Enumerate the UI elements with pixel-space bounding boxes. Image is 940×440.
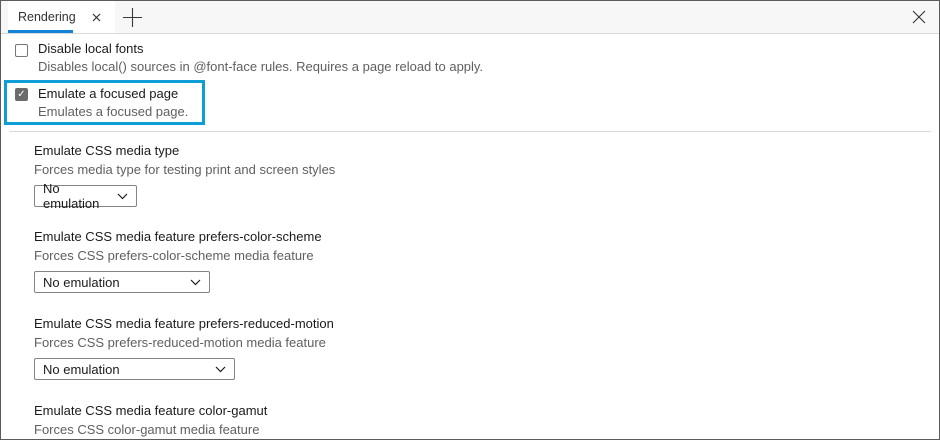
setting-description: Forces CSS prefers-reduced-motion media …	[34, 333, 939, 352]
chevron-down-icon	[215, 366, 226, 373]
chevron-down-icon	[190, 279, 201, 286]
focused-page-highlight-box: ✓ Emulate a focused page Emulates a focu…	[4, 80, 205, 125]
setting-title: Disable local fonts	[38, 40, 483, 58]
setting-title: Emulate a focused page	[38, 85, 188, 103]
prefers-reduced-motion-select[interactable]: No emulation	[34, 358, 235, 380]
tab-close-icon[interactable]	[89, 9, 105, 25]
active-tab-indicator	[8, 30, 73, 33]
setting-disable-local-fonts: Disable local fonts Disables local() sou…	[1, 34, 939, 76]
setting-title: Emulate CSS media feature prefers-reduce…	[34, 314, 939, 333]
chevron-down-icon	[117, 193, 128, 200]
setting-description: Forces CSS prefers-color-scheme media fe…	[34, 246, 939, 265]
setting-color-gamut: Emulate CSS media feature color-gamut Fo…	[34, 401, 939, 439]
select-value: No emulation	[43, 181, 117, 211]
rendering-panel-window: Rendering Disable local fonts Disables l…	[0, 0, 940, 440]
emulate-focused-page-checkbox[interactable]: ✓	[15, 88, 28, 101]
tab-label: Rendering	[18, 10, 76, 24]
plus-icon	[123, 8, 142, 27]
setting-emulate-css-media-type: Emulate CSS media type Forces media type…	[34, 141, 939, 207]
panel-close-button[interactable]	[899, 1, 939, 33]
setting-description: Forces CSS color-gamut media feature	[34, 420, 939, 439]
setting-description: Disables local() sources in @font-face r…	[38, 58, 483, 76]
setting-prefers-color-scheme: Emulate CSS media feature prefers-color-…	[34, 227, 939, 293]
select-value: No emulation	[43, 362, 120, 377]
setting-title: Emulate CSS media feature prefers-color-…	[34, 227, 939, 246]
select-value: No emulation	[43, 275, 120, 290]
section-divider	[9, 131, 931, 132]
setting-description: Forces media type for testing print and …	[34, 160, 939, 179]
tab-bar-spacer	[151, 1, 899, 33]
tab-bar: Rendering	[1, 1, 939, 34]
tab-rendering[interactable]: Rendering	[8, 1, 115, 33]
setting-title: Emulate CSS media type	[34, 141, 939, 160]
check-icon: ✓	[17, 90, 25, 100]
new-tab-button[interactable]	[115, 1, 151, 33]
setting-title: Emulate CSS media feature color-gamut	[34, 401, 939, 420]
setting-prefers-reduced-motion: Emulate CSS media feature prefers-reduce…	[34, 314, 939, 380]
setting-emulate-focused-page: ✓ Emulate a focused page Emulates a focu…	[7, 84, 188, 121]
css-media-type-select[interactable]: No emulation	[34, 185, 137, 207]
prefers-color-scheme-select[interactable]: No emulation	[34, 271, 210, 293]
close-icon	[912, 10, 926, 24]
rendering-panel-content: Disable local fonts Disables local() sou…	[1, 34, 939, 439]
disable-local-fonts-checkbox[interactable]	[15, 44, 28, 57]
setting-description: Emulates a focused page.	[38, 103, 188, 121]
